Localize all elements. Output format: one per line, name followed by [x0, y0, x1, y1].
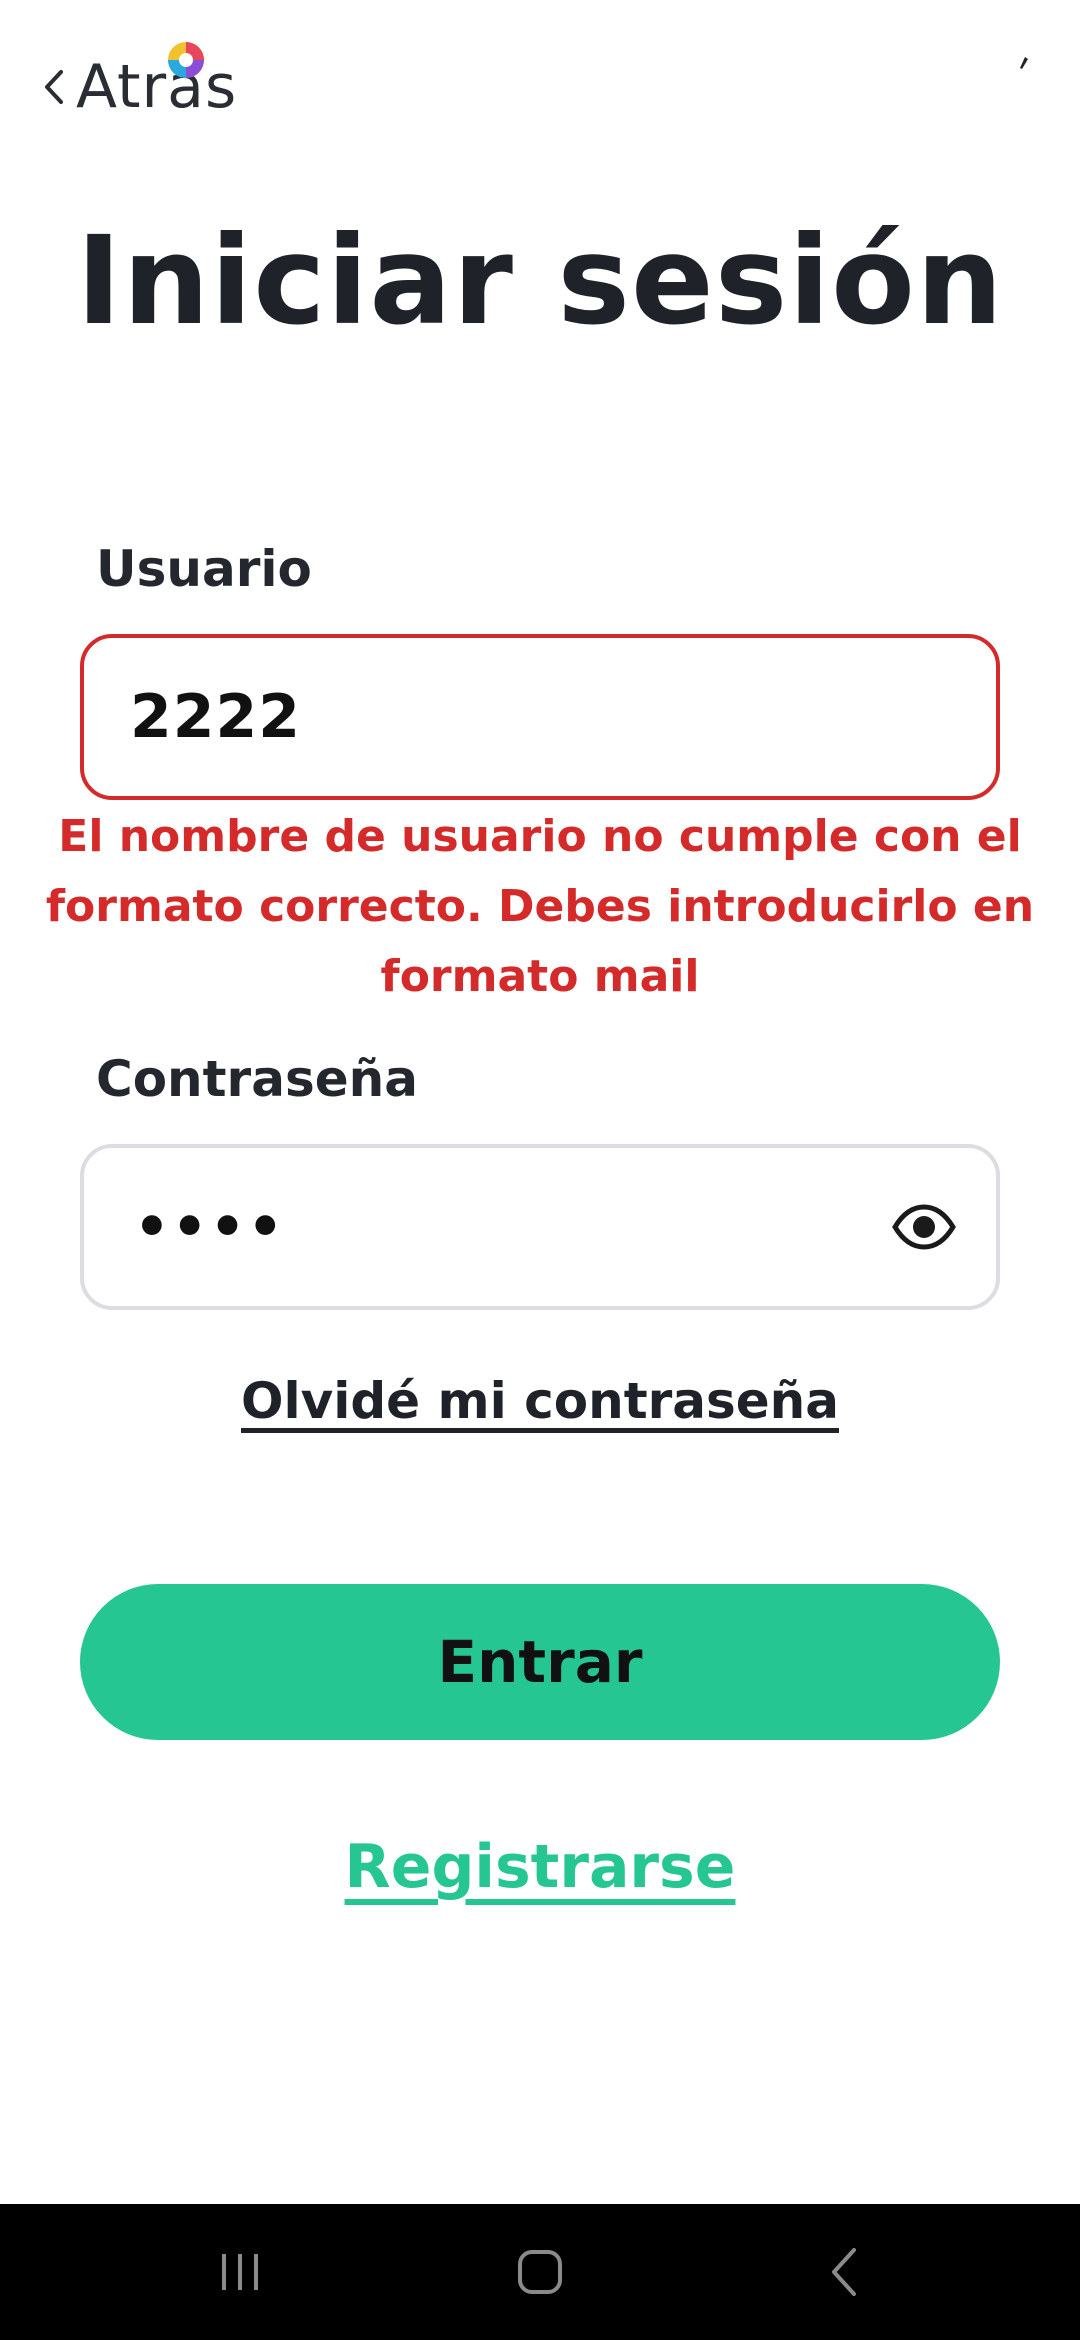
forgot-password-link[interactable]: Olvidé mi contraseña: [0, 1372, 1080, 1430]
nav-back-icon[interactable]: [804, 2238, 884, 2306]
login-screen: Atrás Iniciar sesión Usuario 2222 El nom…: [0, 0, 1080, 2340]
password-input[interactable]: ••••: [80, 1144, 1000, 1310]
system-navigation-bar: [0, 2204, 1080, 2340]
eye-icon[interactable]: [892, 1204, 956, 1250]
home-icon[interactable]: [500, 2238, 580, 2306]
username-value: 2222: [130, 682, 301, 752]
password-label: Contraseña: [96, 1050, 418, 1108]
back-button[interactable]: Atrás: [36, 42, 238, 122]
status-indicator-icon: [1020, 57, 1028, 69]
register-link[interactable]: Registrarse: [0, 1832, 1080, 1902]
username-label: Usuario: [96, 540, 312, 598]
logo-accent-icon: [168, 42, 204, 78]
username-error-message: El nombre de usuario no cumple con el fo…: [45, 811, 1035, 1002]
page-title: Iniciar sesión: [76, 210, 1004, 352]
recents-icon[interactable]: [200, 2238, 280, 2306]
chevron-left-icon: [36, 67, 72, 107]
back-button-label: Atrás: [76, 52, 238, 122]
password-masked-value: ••••: [134, 1194, 286, 1260]
login-submit-button[interactable]: Entrar: [80, 1584, 1000, 1740]
username-input[interactable]: 2222: [80, 634, 1000, 800]
